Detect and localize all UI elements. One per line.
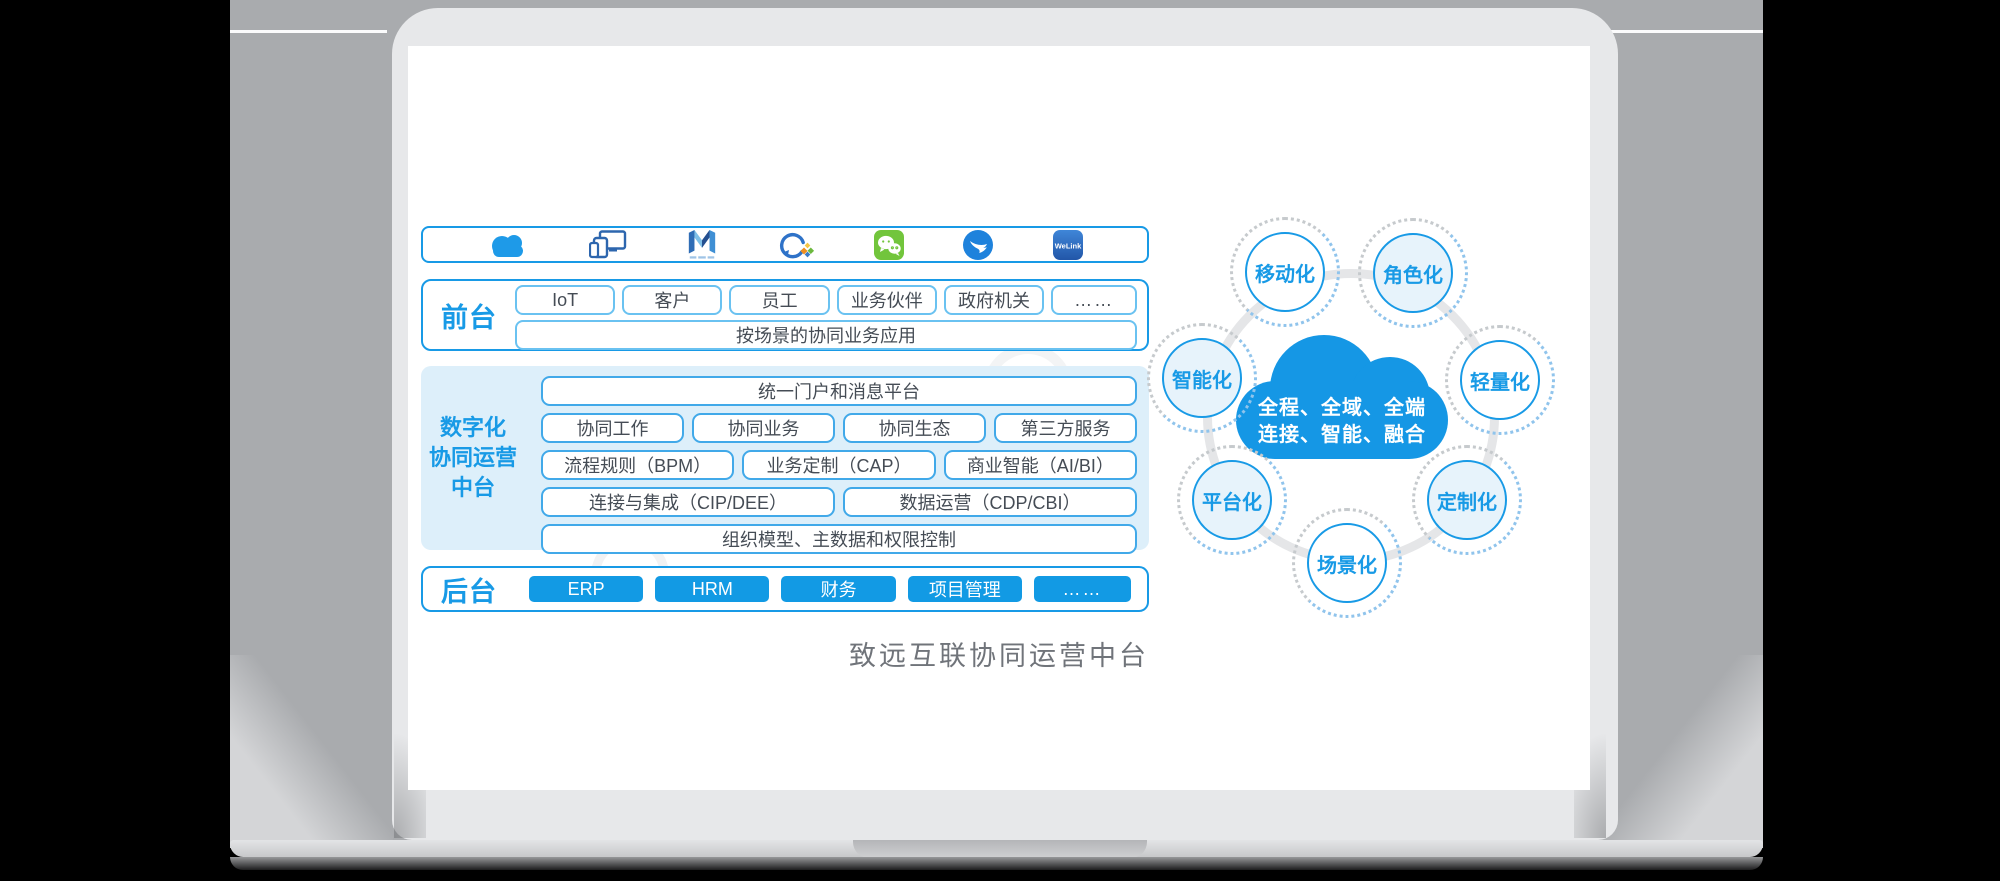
center-cloud-text: 全程、全域、全端 连接、智能、融合 xyxy=(1236,395,1448,449)
dingtalk-icon xyxy=(963,230,993,260)
center-cloud: 全程、全域、全端 连接、智能、融合 xyxy=(1236,335,1448,459)
back-chip-project: 项目管理 xyxy=(908,576,1022,602)
cycle-node-platform: 平台化 xyxy=(1177,445,1287,555)
front-chip-partner: 业务伙伴 xyxy=(837,285,937,315)
mid-chip-collab-business: 协同业务 xyxy=(692,413,835,443)
welink-label: WeLink xyxy=(1055,241,1082,250)
mid-chip-org-model: 组织模型、主数据和权限控制 xyxy=(541,524,1137,554)
front-layer-label: 前台 xyxy=(423,281,515,349)
welink-icon: WeLink xyxy=(1053,230,1083,260)
mid-chip-third-party: 第三方服务 xyxy=(994,413,1137,443)
front-layer-box: 前台 IoT 客户 员工 业务伙伴 政府机关 …… 按场景的协同业务应用 xyxy=(421,279,1149,351)
front-scenario-apps-chip: 按场景的协同业务应用 xyxy=(515,320,1137,350)
cycle-node-custom: 定制化 xyxy=(1412,445,1522,555)
front-chip-more: …… xyxy=(1051,285,1137,315)
wechat-icon xyxy=(874,230,904,260)
cycle-node-mobile: 移动化 xyxy=(1230,217,1340,327)
back-chip-more: …… xyxy=(1034,576,1131,602)
m3-logo-icon xyxy=(686,229,718,261)
middle-platform-label: 数字化 协同运营 中台 xyxy=(421,366,525,550)
front-chip-iot: IoT xyxy=(515,285,615,315)
screen-content: WeLink 前台 IoT 客户 员工 业务伙伴 政府机关 …… 按场景的协同业… xyxy=(408,46,1590,790)
back-chip-erp: ERP xyxy=(529,576,643,602)
background-laptop-highlight-left xyxy=(230,30,387,33)
back-chip-finance: 财务 xyxy=(781,576,895,602)
laptop-base-notch xyxy=(853,840,1147,858)
mid-chip-cip-dee: 连接与集成（CIP/DEE） xyxy=(541,487,835,517)
back-layer-label: 后台 xyxy=(423,570,515,609)
mid-chip-collab-work: 协同工作 xyxy=(541,413,684,443)
laptop-base-shadow xyxy=(230,857,1763,870)
front-chip-government: 政府机关 xyxy=(944,285,1044,315)
back-chip-hrm: HRM xyxy=(655,576,769,602)
background-laptop-highlight-right xyxy=(1607,30,1763,33)
back-layer-box: 后台 ERP HRM 财务 项目管理 …… xyxy=(421,566,1149,612)
middle-platform-section: 数字化 协同运营 中台 统一门户和消息平台 协同工作 协同业务 协同生态 第三方… xyxy=(421,366,1149,550)
mid-chip-portal: 统一门户和消息平台 xyxy=(541,376,1137,406)
mid-chip-collab-eco: 协同生态 xyxy=(843,413,986,443)
background-laptop-shine-left xyxy=(230,655,393,848)
diagram-caption: 致远互联协同运营中台 xyxy=(408,634,1590,673)
channel-icon-bar: WeLink xyxy=(421,226,1149,263)
mid-chip-bpm: 流程规则（BPM） xyxy=(541,450,734,480)
front-chip-employee: 员工 xyxy=(729,285,829,315)
cycle-node-lightweight: 轻量化 xyxy=(1445,325,1555,435)
laptop-mockup-scene: WeLink 前台 IoT 客户 员工 业务伙伴 政府机关 …… 按场景的协同业… xyxy=(0,0,2000,881)
background-laptop-shine-right xyxy=(1600,655,1763,848)
multi-device-icon xyxy=(589,230,627,260)
collab-chat-icon xyxy=(778,230,814,260)
cycle-node-scenario: 场景化 xyxy=(1292,508,1402,618)
cycle-node-intelligent: 智能化 xyxy=(1147,323,1257,433)
mid-chip-cap: 业务定制（CAP） xyxy=(742,450,935,480)
mid-chip-cdp-cbi: 数据运营（CDP/CBI） xyxy=(843,487,1137,517)
front-chip-customer: 客户 xyxy=(622,285,722,315)
mid-chip-aibi: 商业智能（AI/BI） xyxy=(944,450,1137,480)
cloud-icon xyxy=(487,231,529,259)
cycle-node-role: 角色化 xyxy=(1358,218,1468,328)
